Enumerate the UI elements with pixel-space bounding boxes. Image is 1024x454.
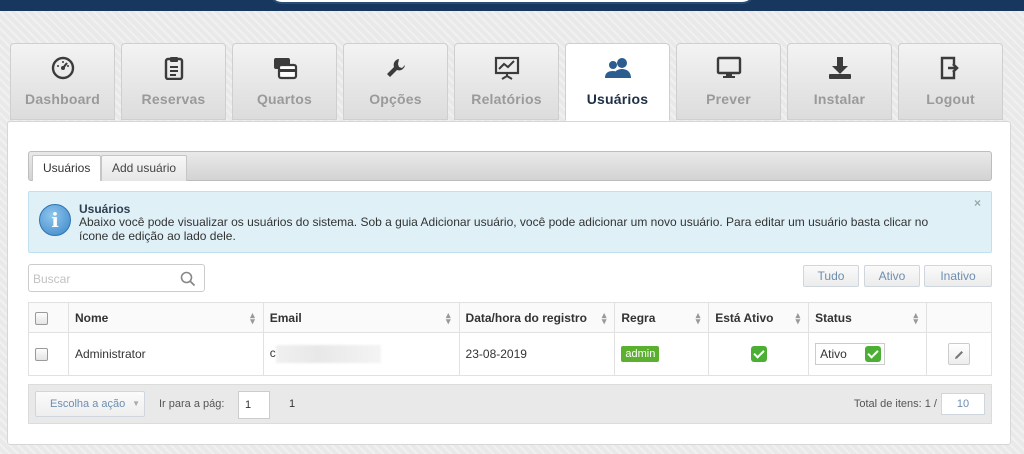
wrench-icon — [344, 54, 447, 82]
sort-icon[interactable]: ▴ ▾ — [696, 311, 701, 326]
nav-tab-label: Usuários — [586, 91, 649, 107]
total-items-label: Total de itens: 1 / — [853, 398, 937, 410]
table-header-row: Nome ▴ ▾ Email ▴ ▾ Data/hora do registro ▴ ▾ R… — [28, 302, 992, 333]
nav-tab-logout[interactable]: Logout — [898, 43, 1003, 120]
select-all-checkbox[interactable] — [35, 311, 48, 325]
page-link[interactable]: 1 — [289, 398, 295, 410]
sub-tab-add-usuario[interactable]: Add usuário — [101, 155, 188, 181]
monitor-icon — [677, 54, 780, 82]
nav-tab-instalar[interactable]: Instalar — [787, 43, 892, 120]
users-table: Nome ▴ ▾ Email ▴ ▾ Data/hora do registro ▴ ▾ R… — [28, 302, 992, 376]
column-header-email[interactable]: Email ▴ ▾ — [262, 302, 460, 333]
redacted-email — [275, 345, 381, 363]
column-header-is-active[interactable]: Está Ativo ▴ ▾ — [708, 302, 810, 333]
nav-tab-label: Relatórios — [471, 91, 542, 107]
logout-icon — [899, 54, 1002, 82]
role-badge: admin — [621, 346, 660, 362]
nav-tab-prever[interactable]: Prever — [676, 43, 781, 120]
active-check-icon — [750, 346, 767, 362]
status-select[interactable]: Ativo — [815, 343, 886, 365]
search-input[interactable] — [33, 270, 173, 288]
info-alert: i Usuários Abaixo você pode visualizar o… — [28, 191, 992, 253]
cards-icon — [233, 54, 336, 82]
cell-role: admin — [614, 332, 710, 376]
sort-icon[interactable]: ▴ ▾ — [796, 311, 801, 326]
cell-actions — [926, 332, 992, 376]
cell-registered: 23-08-2019 — [458, 332, 616, 376]
sub-tab-bar: Usuários Add usuário — [28, 151, 992, 181]
alert-title: Usuários — [79, 202, 131, 216]
filter-active-button[interactable]: Ativo — [864, 265, 920, 287]
sort-icon[interactable]: ▴ ▾ — [914, 311, 919, 326]
users-icon — [566, 54, 669, 82]
pencil-icon — [955, 350, 964, 359]
edit-button[interactable] — [948, 343, 971, 365]
nav-tab-dashboard[interactable]: Dashboard — [10, 43, 115, 120]
chevron-down-icon: ▼ — [132, 399, 140, 408]
cell-status: Ativo — [808, 332, 928, 376]
close-icon[interactable]: × — [974, 196, 981, 210]
nav-tab-usuarios[interactable]: Usuários — [565, 43, 670, 121]
sort-icon[interactable]: ▴ ▾ — [250, 311, 255, 326]
nav-tab-label: Dashboard — [25, 91, 100, 107]
cell-name: Administrator — [67, 332, 264, 376]
row-checkbox[interactable] — [35, 348, 48, 362]
column-header-name[interactable]: Nome ▴ ▾ — [67, 302, 264, 333]
clipboard-icon — [122, 54, 225, 82]
users-panel: Usuários Add usuário i Usuários Abaixo v… — [7, 121, 1011, 445]
row-select-cell — [28, 332, 69, 376]
bulk-action-select[interactable]: Escolha a ação ▼ — [35, 391, 145, 417]
nav-tab-label: Prever — [706, 91, 751, 107]
nav-tab-label: Instalar — [813, 91, 866, 107]
cell-email: c — [262, 332, 460, 376]
nav-tab-quartos[interactable]: Quartos — [232, 43, 337, 120]
column-header-status[interactable]: Status ▴ ▾ — [808, 302, 928, 333]
nav-tab-label: Logout — [926, 91, 975, 107]
search-box — [28, 264, 205, 292]
info-icon: i — [39, 204, 71, 236]
status-check-icon — [865, 346, 882, 362]
nav-tab-label: Opções — [369, 91, 422, 107]
column-header-actions — [926, 302, 992, 333]
presentation-chart-icon — [455, 54, 558, 82]
filter-all-button[interactable]: Tudo — [803, 265, 859, 287]
items-per-page-select[interactable]: 10 — [941, 393, 985, 415]
column-header-registered[interactable]: Data/hora do registro ▴ ▾ — [458, 302, 616, 333]
cell-is-active — [708, 332, 810, 376]
alert-text: Abaixo você pode visualizar os usuários … — [79, 215, 929, 243]
page-number-input[interactable]: 1 — [238, 391, 270, 419]
nav-tab-label: Reservas — [141, 91, 206, 107]
table-footer: Escolha a ação ▼ Ir para a pág: 1 1 Total… — [28, 384, 992, 424]
filter-inactive-button[interactable]: Inativo — [924, 265, 992, 287]
table-row: Administrator c 23-08-2019 admin Ativo — [28, 332, 992, 376]
nav-tab-opcoes[interactable]: Opções — [343, 43, 448, 120]
main-nav: Dashboard Reservas Quartos Opções Relató… — [10, 43, 1010, 121]
sort-icon[interactable]: ▴ ▾ — [446, 311, 451, 326]
sub-tab-usuarios[interactable]: Usuários — [32, 155, 102, 181]
nav-tab-relatorios[interactable]: Relatórios — [454, 43, 559, 120]
download-icon — [788, 54, 891, 82]
search-icon[interactable] — [180, 271, 196, 290]
column-header-role[interactable]: Regra ▴ ▾ — [614, 302, 710, 333]
top-bar-pill — [268, 0, 756, 4]
dashboard-icon — [11, 54, 114, 82]
sort-icon[interactable]: ▴ ▾ — [602, 311, 607, 326]
select-all-cell — [28, 302, 69, 333]
nav-tab-label: Quartos — [256, 91, 313, 107]
nav-tab-reservas[interactable]: Reservas — [121, 43, 226, 120]
goto-page-label: Ir para a pág: — [159, 398, 225, 410]
